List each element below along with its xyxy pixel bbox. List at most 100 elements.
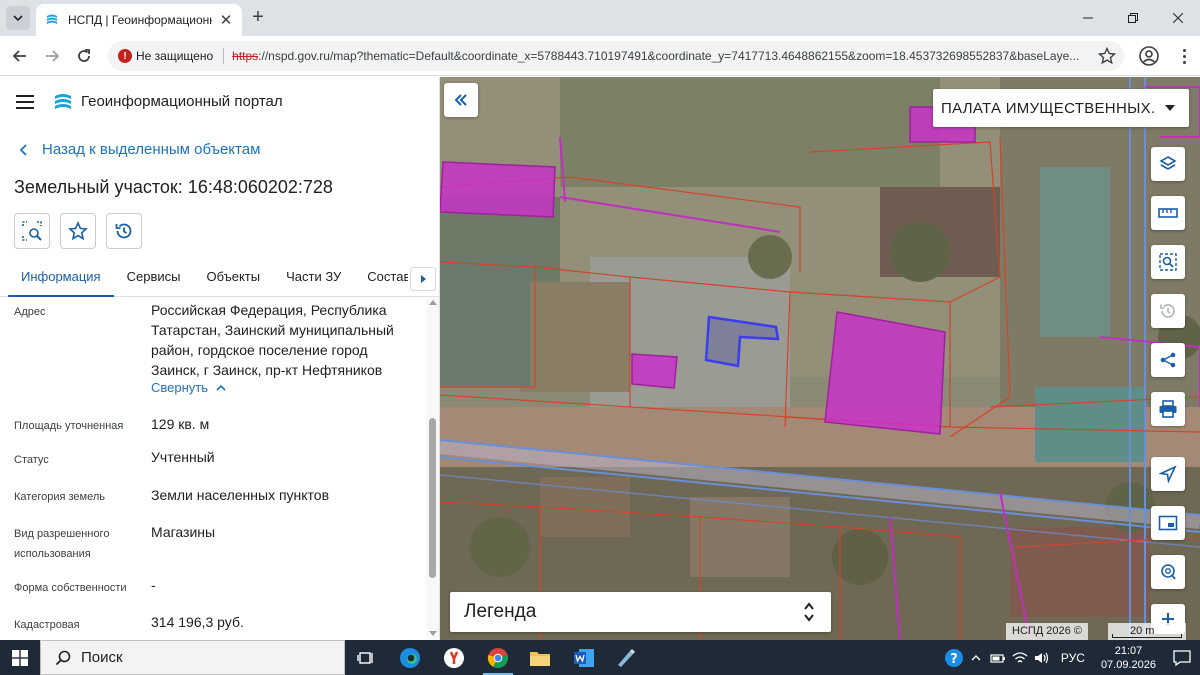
measure-button[interactable] [1151, 196, 1185, 230]
thematic-layer-select[interactable]: ПАЛАТА ИМУЩЕСТВЕННЫХ... [933, 89, 1189, 127]
close-window-button[interactable] [1155, 0, 1200, 36]
help-tray-button[interactable]: ? [943, 640, 965, 675]
taskbar-app[interactable] [605, 640, 647, 675]
chevron-up-icon [971, 654, 981, 660]
legend-panel[interactable]: Легенда [450, 592, 831, 632]
task-view-button[interactable] [345, 640, 387, 675]
address-line: район, гордское поселение город [151, 342, 368, 358]
my-location-button[interactable] [1151, 457, 1185, 491]
scroll-up-arrow-icon[interactable] [429, 300, 437, 305]
show-hidden-icons-button[interactable] [965, 640, 987, 675]
tab-parcel-parts[interactable]: Части ЗУ [273, 263, 354, 297]
area-select-button[interactable] [1151, 245, 1185, 279]
tab-title: НСПД | Геоинформационный [68, 13, 212, 27]
layers-button[interactable] [1151, 147, 1185, 181]
ruler-icon [1158, 208, 1178, 218]
history-button[interactable] [106, 213, 142, 249]
expand-collapse-icon[interactable] [803, 600, 815, 624]
print-icon [1159, 400, 1177, 418]
new-tab-button[interactable]: + [246, 6, 270, 30]
status-label: Статус [14, 454, 49, 466]
address-line: Татарстан, Заинский муниципальный [151, 322, 394, 338]
chevron-up-icon [216, 384, 226, 391]
url-scheme: https [232, 49, 259, 63]
taskbar-yandex[interactable] [433, 640, 475, 675]
collapse-sidebar-button[interactable] [444, 83, 478, 117]
word-icon [574, 648, 594, 667]
tab-information[interactable]: Информация [8, 263, 114, 297]
back-button[interactable] [8, 44, 32, 68]
tab-composition[interactable]: Состав [354, 263, 408, 297]
profile-icon[interactable] [1138, 45, 1160, 67]
history-icon [115, 223, 132, 239]
minimap-button[interactable] [1151, 506, 1185, 540]
start-button[interactable] [0, 640, 40, 675]
bookmark-star-icon[interactable] [1098, 47, 1116, 65]
map-view[interactable]: ПАЛАТА ИМУЩЕСТВЕННЫХ... Легенда НСПД 202… [440, 77, 1200, 640]
taskbar-file-explorer[interactable] [519, 640, 561, 675]
chevron-down-icon [13, 15, 23, 22]
input-language[interactable]: РУС [1061, 651, 1085, 665]
land-category-label: Категория земель [14, 491, 105, 503]
scroll-thumb[interactable] [429, 418, 436, 578]
cadastral-value: 314 196,3 руб. [151, 614, 244, 630]
print-button[interactable] [1151, 392, 1185, 426]
zoom-to-object-icon [22, 221, 42, 241]
insecure-label[interactable]: Не защищено [136, 49, 213, 63]
tab-services[interactable]: Сервисы [114, 263, 194, 297]
browser-menu-icon[interactable] [1174, 45, 1194, 67]
network-tray-button[interactable] [1009, 640, 1031, 675]
back-to-selection-link[interactable]: Назад к выделенным объектам [18, 141, 260, 158]
volume-tray-button[interactable] [1031, 640, 1053, 675]
window-controls [1065, 0, 1200, 36]
info-tabs: Информация Сервисы Объекты Части ЗУ Сост… [0, 263, 439, 297]
double-chevron-left-icon [454, 94, 467, 106]
collapse-address-link[interactable]: Свернуть [151, 380, 226, 395]
layer-select-value: ПАЛАТА ИМУЩЕСТВЕННЫХ... [941, 99, 1155, 117]
url-text: ://nspd.gov.ru/map?thematic=Default&coor… [258, 49, 1080, 63]
taskbar-edge[interactable] [389, 640, 431, 675]
taskbar-word[interactable] [563, 640, 605, 675]
tab-objects[interactable]: Объекты [193, 263, 273, 297]
collapse-label: Свернуть [151, 380, 209, 395]
map-history-button[interactable] [1151, 294, 1185, 328]
portal-logo-icon [55, 94, 71, 109]
taskbar-chrome[interactable] [477, 640, 519, 675]
show-on-map-button[interactable] [14, 213, 50, 249]
restore-button[interactable] [1110, 0, 1155, 36]
folder-icon [530, 651, 550, 666]
portal-title: Геоинформационный портал [81, 93, 283, 110]
app-header: Геоинформационный портал [0, 77, 439, 127]
svg-text:?: ? [950, 652, 958, 667]
address-bar[interactable]: ! Не защищено https ://nspd.gov.ru/map?t… [108, 41, 1124, 71]
battery-tray-button[interactable] [987, 640, 1009, 675]
edge-browser-icon [400, 647, 420, 668]
map-copyright[interactable]: НСПД 2026 © [1006, 623, 1088, 640]
clock-date: 07.09.2026 [1100, 658, 1156, 671]
speaker-icon [1034, 652, 1049, 663]
clock[interactable]: 21:07 07.09.2026 [1101, 644, 1156, 672]
close-icon [1172, 13, 1183, 23]
reload-button[interactable] [72, 44, 96, 68]
close-tab-icon[interactable]: ✕ [218, 11, 234, 29]
minimize-button[interactable] [1065, 0, 1110, 36]
menu-icon[interactable] [16, 95, 34, 109]
tab-search-button[interactable] [6, 6, 30, 30]
taskbar-search[interactable]: Поиск [40, 640, 345, 675]
info-sidebar: Геоинформационный портал Назад к выделен… [0, 77, 440, 640]
warning-icon: ! [118, 49, 132, 63]
layers-icon [1159, 156, 1177, 170]
share-button[interactable] [1151, 343, 1185, 377]
tabs-scroll-right-button[interactable] [410, 267, 436, 291]
address-value: Российская Федерация, Республика Татарст… [151, 300, 419, 380]
browser-toolbar: ! Не защищено https ://nspd.gov.ru/map?t… [0, 36, 1200, 76]
arrow-left-icon [12, 50, 26, 62]
minimap-icon [1158, 515, 1178, 531]
favorite-button[interactable] [60, 213, 96, 249]
property-scrollbar[interactable] [426, 298, 439, 640]
scroll-down-arrow-icon[interactable] [429, 631, 437, 636]
search-place-button[interactable] [1151, 555, 1185, 589]
browser-tab-active[interactable]: НСПД | Геоинформационный ✕ [36, 4, 242, 36]
forward-button[interactable] [40, 44, 64, 68]
notifications-button[interactable] [1164, 640, 1200, 675]
